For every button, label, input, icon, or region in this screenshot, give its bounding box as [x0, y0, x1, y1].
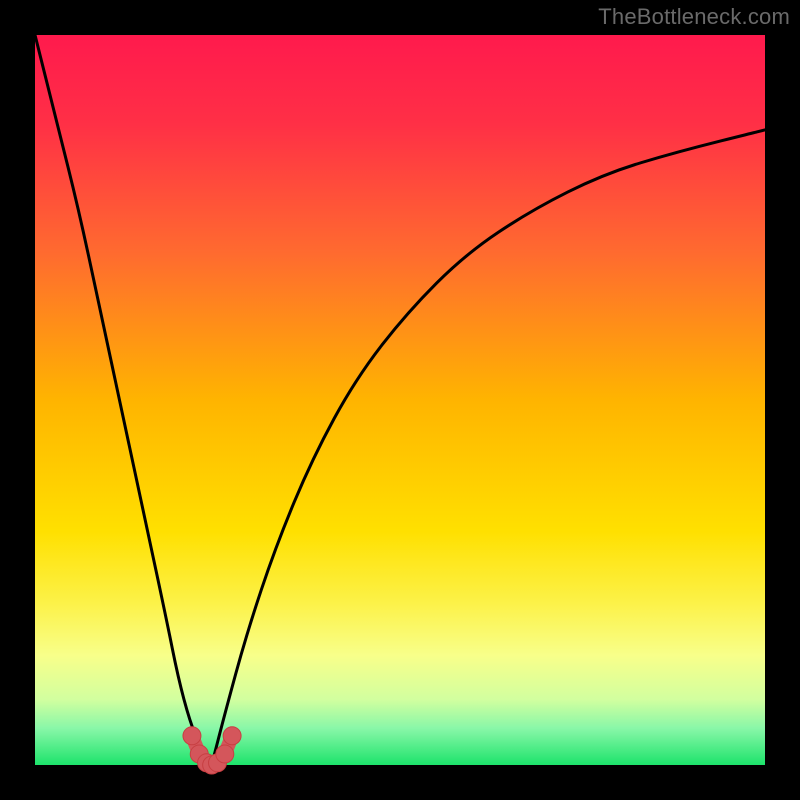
- bottleneck-chart: [0, 0, 800, 800]
- optimal-marker: [223, 727, 241, 745]
- chart-frame: TheBottleneck.com: [0, 0, 800, 800]
- optimal-marker: [216, 745, 234, 763]
- gradient-background: [35, 35, 765, 765]
- watermark-text: TheBottleneck.com: [598, 4, 790, 30]
- optimal-marker: [183, 727, 201, 745]
